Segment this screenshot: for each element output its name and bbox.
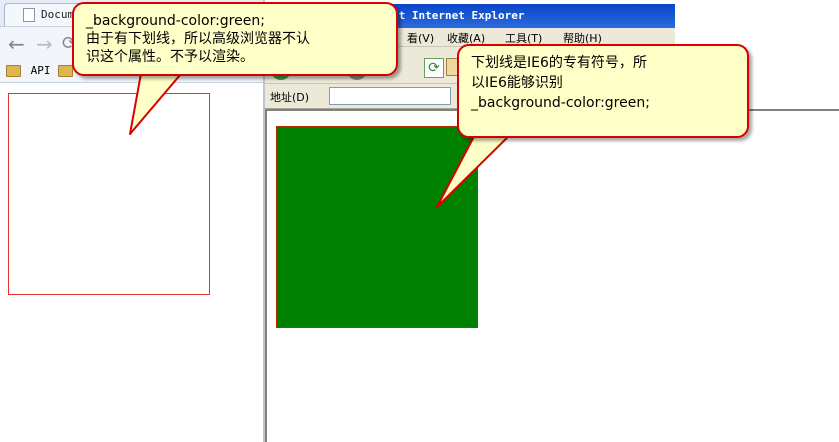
left-callout: _background-color:green; 由于有下划线，所以高级浏览器不… — [72, 2, 398, 76]
left-callout-line3: 识这个属性。不予以渲染。 — [86, 49, 254, 65]
left-callout-tail — [129, 67, 187, 135]
right-callout: 下划线是IE6的专有符号，所 以IE6能够识别 _background-colo… — [457, 44, 749, 138]
right-tail-joint — [482, 129, 518, 134]
right-callout-line2: 以IE6能够识别 — [471, 75, 563, 91]
left-tail-joint — [144, 69, 184, 73]
right-callout-line1: 下划线是IE6的专有符号，所 — [471, 55, 647, 71]
left-callout-line2: 由于有下划线，所以高级浏览器不认 — [86, 31, 310, 47]
right-callout-line3: _background-color:green; — [471, 95, 650, 111]
left-callout-line1: _background-color:green; — [86, 13, 265, 29]
